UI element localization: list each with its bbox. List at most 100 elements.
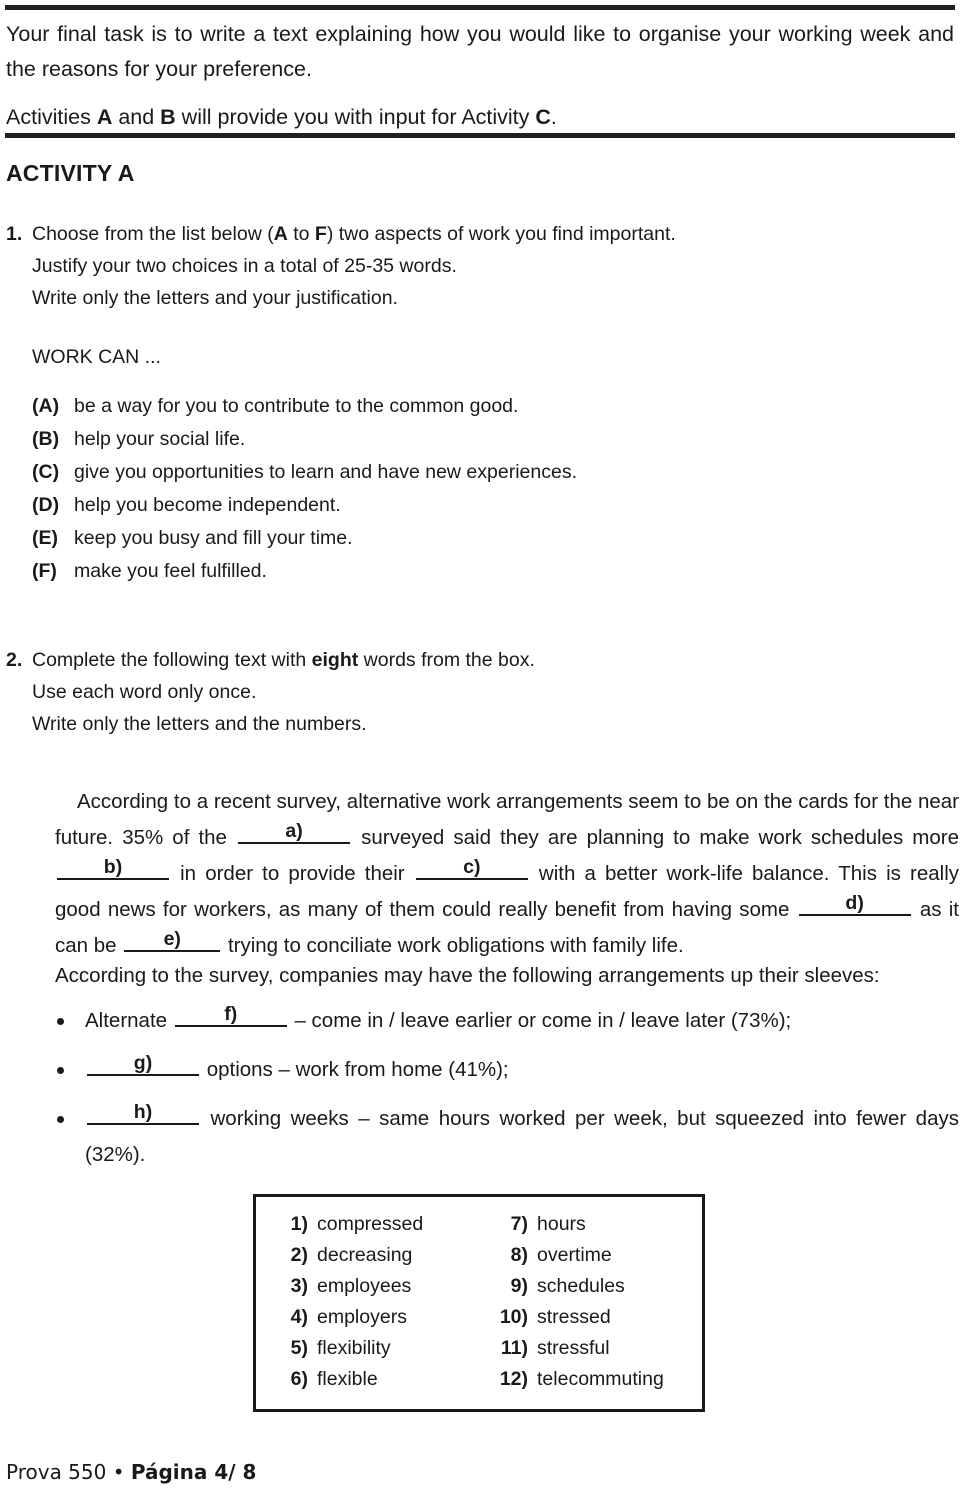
word-bank-item-11[interactable]: 11) stressful xyxy=(488,1333,702,1364)
cloze-blank-a-label: a) xyxy=(285,820,303,842)
word-bank-item-9[interactable]: 9) schedules xyxy=(488,1271,702,1302)
question-2-line-1: Complete the following text with eight w… xyxy=(32,644,946,676)
intro-p2-activity-a: A xyxy=(96,105,113,129)
word-bank-column-1: 1) compressed 2) decreasing 3) employees 4)… xyxy=(256,1209,482,1409)
cloze-blank-b-label: b) xyxy=(103,856,123,878)
page-footer: Prova 550 • Página 4/ 8 xyxy=(6,1460,256,1484)
cloze-blank-e[interactable]: e) xyxy=(124,928,221,952)
bullet-item-h: h) working weeks – same hours worked per… xyxy=(55,1101,959,1173)
bullet-dot-icon xyxy=(57,1067,64,1074)
cloze-paragraph-2-text: According to the survey, companies may h… xyxy=(55,964,880,987)
word-bank-word-3: employees xyxy=(317,1275,412,1297)
word-bank-item-7[interactable]: 7) hours xyxy=(488,1209,702,1240)
intro-paragraph-2: Activities A and B will provide you with… xyxy=(6,100,954,135)
bullet-item-g: g) options – work from home (41%); xyxy=(55,1052,959,1088)
cloze-paragraph-1-text: According to a recent survey, alternativ… xyxy=(55,784,959,964)
question-2-line-2: Use each word only once. xyxy=(32,681,257,703)
bullet-g-after: options – work from home (41%); xyxy=(201,1058,509,1081)
exam-page: Your final task is to write a text expla… xyxy=(0,0,960,1509)
choice-text-f: make you feel fulfilled. xyxy=(74,560,267,582)
question-2-body: Complete the following text with eight w… xyxy=(32,644,946,740)
cloze-blank-d[interactable]: d) xyxy=(798,893,911,916)
word-bank-item-8[interactable]: 8) overtime xyxy=(488,1240,702,1271)
q1-l1-letter-a: A xyxy=(273,223,288,245)
choice-label-b: (B) xyxy=(32,428,60,450)
word-bank-item-1[interactable]: 1) compressed xyxy=(268,1209,482,1240)
choice-label-c: (C) xyxy=(32,461,60,483)
word-bank-word-5: flexibility xyxy=(317,1337,391,1359)
work-can-choice-list: (A) be a way for you to contribute to the… xyxy=(32,390,732,588)
intro-p2-activity-c: C xyxy=(535,105,551,129)
choice-item-a: (A) be a way for you to contribute to the… xyxy=(32,390,732,423)
q1-l1-seg1: Choose from the list below ( xyxy=(32,223,274,245)
word-bank-word-4: employers xyxy=(317,1306,407,1328)
question-1-line-2: Justify your two choices in a total of 2… xyxy=(32,255,457,277)
choice-text-c: give you opportunities to learn and have… xyxy=(74,461,577,483)
word-bank-number-11: 11) xyxy=(500,1337,528,1359)
intro-p2-seg4: . xyxy=(550,105,557,129)
word-bank-number-2: 2) xyxy=(290,1244,308,1266)
choice-label-e: (E) xyxy=(32,527,58,549)
top-divider-rule xyxy=(5,5,955,10)
word-bank-item-3[interactable]: 3) employees xyxy=(268,1271,482,1302)
cloze-blank-b[interactable]: b) xyxy=(57,856,169,880)
choice-text-b: help your social life. xyxy=(74,428,246,450)
question-2: 2. Complete the following text with eigh… xyxy=(6,644,946,740)
cloze-blank-h[interactable]: h) xyxy=(87,1102,199,1125)
cloze-blank-f[interactable]: f) xyxy=(174,1003,287,1027)
question-1-body: Choose from the list below (A to F) two … xyxy=(32,218,946,314)
choice-item-f: (F) make you feel fulfilled. xyxy=(32,555,732,588)
word-bank-number-7: 7) xyxy=(510,1213,528,1235)
question-1-number: 1. xyxy=(6,223,23,245)
question-1: 1. Choose from the list below (A to F) t… xyxy=(6,218,946,314)
word-bank-word-8: overtime xyxy=(537,1244,612,1266)
question-1-line-3: Write only the letters and your justific… xyxy=(32,287,398,309)
cloze-paragraph-1: According to a recent survey, alternativ… xyxy=(55,784,959,964)
cloze-blank-g-label: g) xyxy=(133,1052,153,1074)
q2-l1-eight: eight xyxy=(311,649,359,671)
q1-l1-seg2: to xyxy=(287,223,315,245)
cloze-blank-g[interactable]: g) xyxy=(87,1052,199,1076)
word-bank-word-1: compressed xyxy=(317,1213,424,1235)
bullet-dot-icon xyxy=(57,1018,64,1025)
intro-p2-seg1: Activities xyxy=(6,105,97,129)
word-bank-word-12: telecommuting xyxy=(537,1368,664,1390)
cloze-blank-f-label: f) xyxy=(224,1003,238,1025)
word-bank-word-2: decreasing xyxy=(317,1244,413,1266)
bullet-dot-icon xyxy=(57,1116,64,1123)
cloze-blank-c-label: c) xyxy=(463,856,481,878)
cloze-blank-c[interactable]: c) xyxy=(415,856,528,880)
word-bank-item-2[interactable]: 2) decreasing xyxy=(268,1240,482,1271)
word-bank-word-6: flexible xyxy=(317,1368,378,1390)
word-bank-item-6[interactable]: 6) flexible xyxy=(268,1364,482,1395)
choice-item-c: (C) give you opportunities to learn and h… xyxy=(32,456,732,489)
choice-label-d: (D) xyxy=(32,494,60,516)
intro-p2-seg3: will provide you with input for Activity xyxy=(175,105,536,129)
bullet-f-after: – come in / leave earlier or come in / l… xyxy=(288,1009,792,1032)
cloze-blank-a[interactable]: a) xyxy=(238,820,351,844)
arrangements-bullet-list: Alternate f) – come in / leave earlier o… xyxy=(55,1003,959,1173)
word-bank-item-4[interactable]: 4) employers xyxy=(268,1302,482,1333)
intro-p2-activity-b: B xyxy=(160,105,176,129)
choice-item-e: (E) keep you busy and fill your time. xyxy=(32,522,732,555)
choice-text-a: be a way for you to contribute to the co… xyxy=(74,395,519,417)
word-bank-number-3: 3) xyxy=(290,1275,308,1297)
intro-paragraph-1: Your final task is to write a text expla… xyxy=(6,17,954,87)
word-bank-item-5[interactable]: 5) flexibility xyxy=(268,1333,482,1364)
word-bank-word-7: hours xyxy=(537,1213,586,1235)
word-bank-item-10[interactable]: 10) stressed xyxy=(488,1302,702,1333)
q1-l1-letter-f: F xyxy=(314,223,327,245)
bullet-f-before: Alternate xyxy=(85,1009,173,1032)
word-bank-number-9: 9) xyxy=(510,1275,528,1297)
word-bank-column-2: 7) hours 8) overtime 9) schedules 10) stress… xyxy=(482,1209,702,1409)
word-bank-number-12: 12) xyxy=(499,1368,528,1390)
word-bank-item-12[interactable]: 12) telecommuting xyxy=(488,1364,702,1395)
word-bank-number-8: 8) xyxy=(510,1244,528,1266)
question-1-line-1: Choose from the list below (A to F) two … xyxy=(32,218,946,250)
section-divider-rule xyxy=(5,133,955,138)
word-bank-number-4: 4) xyxy=(290,1306,308,1328)
question-2-number: 2. xyxy=(6,649,23,671)
cloze-blank-e-label: e) xyxy=(163,928,181,950)
work-can-title: WORK CAN ... xyxy=(32,346,161,368)
word-bank-number-6: 6) xyxy=(290,1368,308,1390)
